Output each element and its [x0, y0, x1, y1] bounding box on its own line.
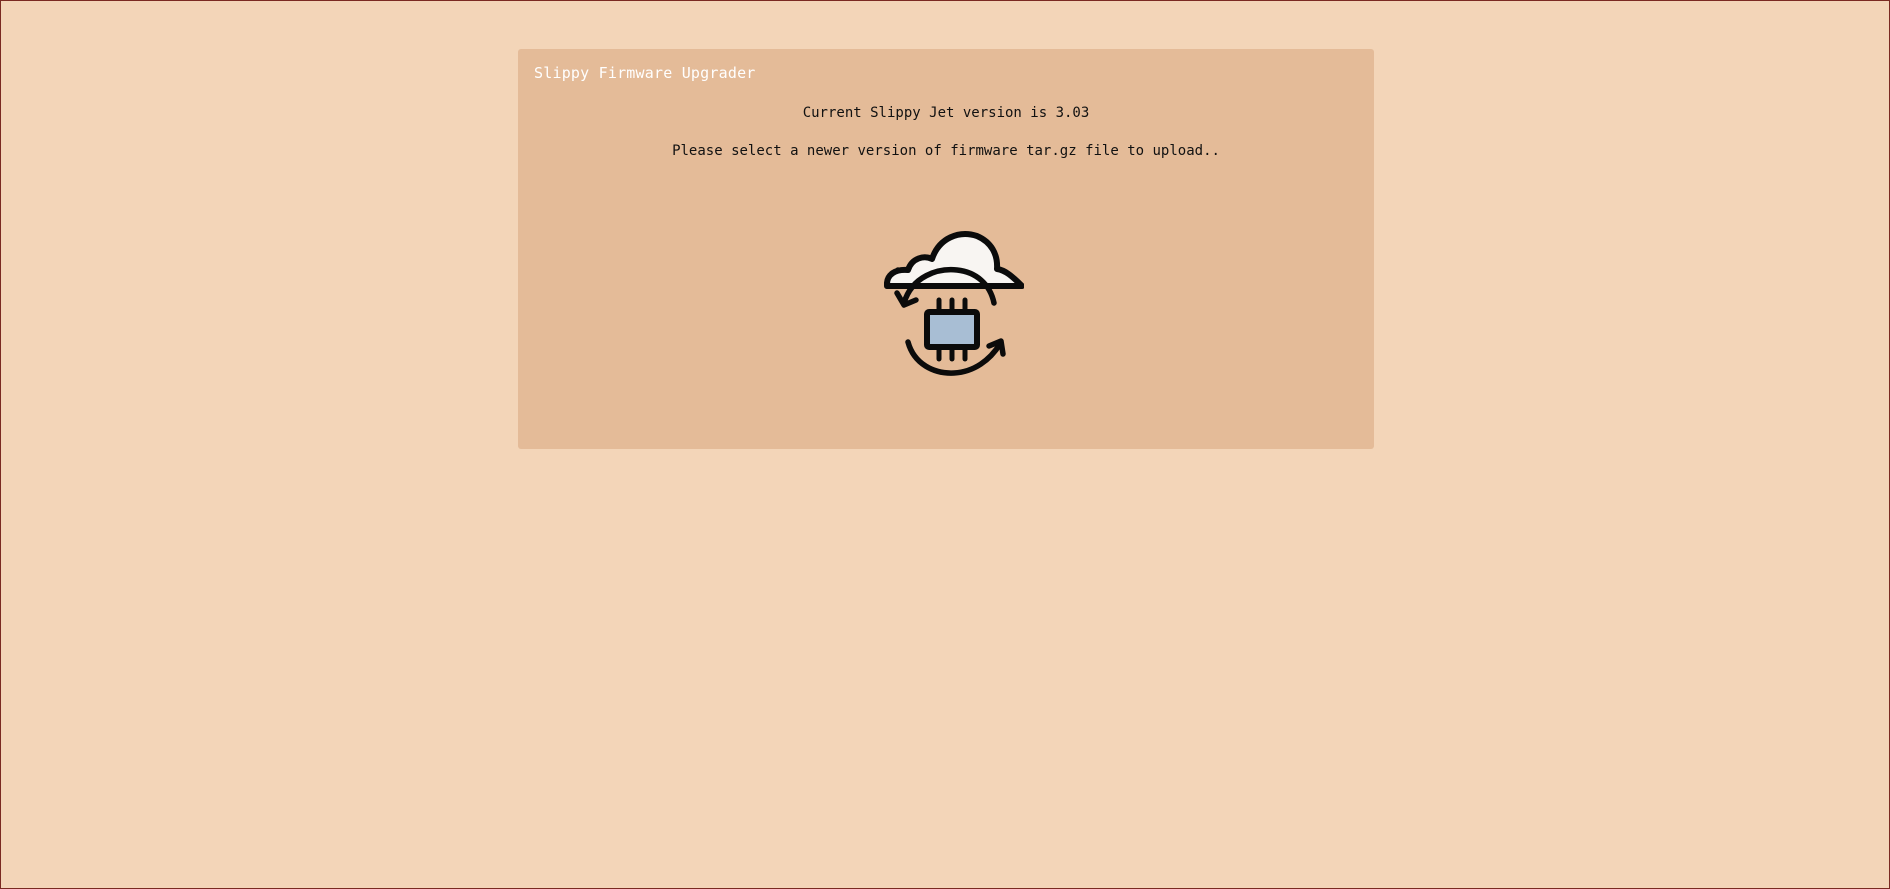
chip-body — [924, 309, 980, 350]
current-version-text: Current Slippy Jet version is 3.03 — [802, 105, 1090, 121]
cloud-shape — [884, 231, 1024, 289]
firmware-upgrader-panel: Slippy Firmware Upgrader Current Slippy … — [518, 49, 1374, 449]
upload-instruction-text: Please select a newer version of firmwar… — [672, 143, 1220, 159]
cloud-firmware-sync-icon[interactable] — [884, 224, 1024, 376]
firmware-upload-dropzone[interactable] — [866, 219, 1026, 389]
cloud-dot — [895, 267, 901, 273]
panel-title: Slippy Firmware Upgrader — [534, 64, 756, 82]
